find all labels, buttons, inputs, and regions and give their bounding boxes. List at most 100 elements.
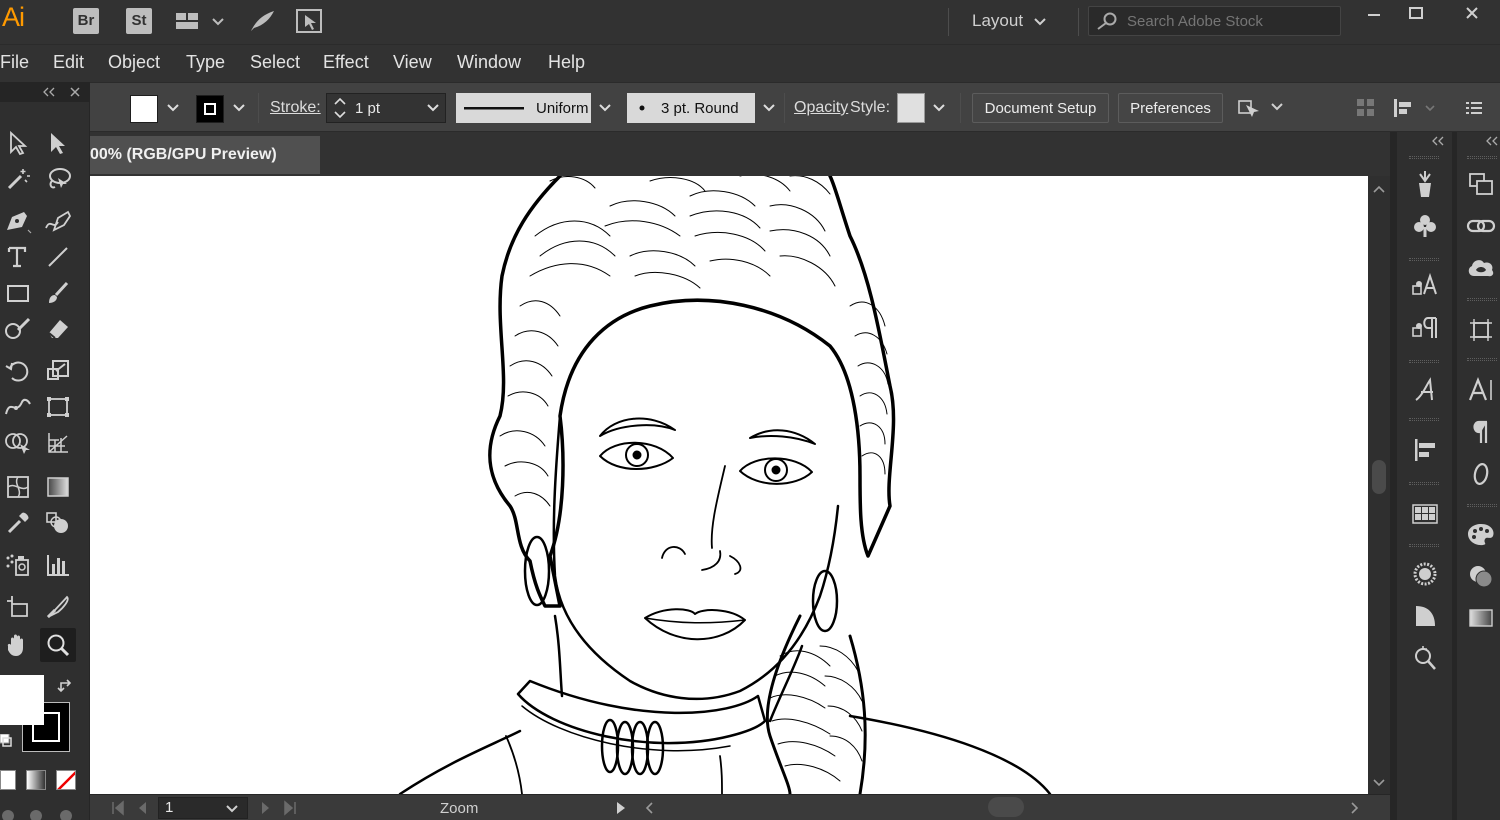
stroke-panel-button[interactable] [1405, 556, 1445, 592]
character-panel-button[interactable] [1461, 372, 1500, 408]
scroll-right-icon[interactable] [1348, 798, 1362, 818]
next-artboard-icon[interactable] [256, 798, 276, 818]
brushes-panel-button[interactable] [1405, 166, 1445, 202]
panel-grip[interactable] [1409, 544, 1439, 547]
panel-grip[interactable] [1409, 360, 1439, 363]
document-tab[interactable]: 00% (RGB/GPU Preview) × [90, 136, 394, 174]
color-guide-button[interactable] [1461, 558, 1500, 594]
color-panel-button[interactable] [1461, 516, 1500, 552]
glyphs-panel-button[interactable] [1405, 372, 1445, 408]
paragraph-panel-button[interactable] [1461, 414, 1500, 450]
stock-button[interactable]: St [126, 8, 152, 34]
selection-tool[interactable] [0, 126, 36, 160]
tools-panel-header[interactable] [0, 82, 90, 102]
status-menu-icon[interactable] [614, 798, 628, 818]
scroll-left-icon[interactable] [642, 798, 656, 818]
rotate-tool[interactable] [0, 354, 36, 388]
menu-view[interactable]: View [393, 52, 432, 73]
panel-grip[interactable] [1467, 358, 1497, 361]
artboard[interactable] [90, 176, 1368, 794]
maximize-button[interactable] [1396, 2, 1436, 24]
blend-tool[interactable] [40, 506, 76, 540]
close-button[interactable] [1452, 2, 1492, 24]
menu-help[interactable]: Help [548, 52, 585, 73]
artboards-panel-button[interactable] [1461, 312, 1500, 348]
none-mode-button[interactable] [56, 770, 76, 790]
scroll-up-icon[interactable] [1368, 180, 1390, 198]
layers-panel-button[interactable] [1461, 166, 1500, 202]
panel-grip[interactable] [1409, 156, 1439, 159]
panel-grip[interactable] [1409, 258, 1439, 261]
arrange-documents-button[interactable] [175, 8, 229, 34]
color-mode-button[interactable] [0, 770, 16, 790]
eyedropper-tool[interactable] [0, 506, 36, 540]
curvature-tool[interactable] [40, 204, 76, 238]
vertical-scrollbar[interactable] [1368, 176, 1390, 794]
menu-object[interactable]: Object [108, 52, 160, 73]
close-icon[interactable] [69, 86, 81, 98]
libraries-panel-button[interactable] [1461, 250, 1500, 286]
profile-dropdown[interactable] [594, 97, 616, 119]
direct-selection-tool[interactable] [40, 126, 76, 160]
panel-grip[interactable] [1467, 504, 1497, 507]
arrange-grid-button[interactable] [1356, 95, 1376, 121]
collapse-icon[interactable] [1431, 136, 1445, 146]
style-dropdown[interactable] [928, 97, 950, 119]
fill-swatch[interactable] [130, 95, 158, 123]
shape-builder-tool[interactable] [0, 426, 36, 460]
variable-width-profile[interactable]: Uniform [456, 93, 591, 123]
first-artboard-icon[interactable] [108, 798, 128, 818]
portrait-illustration[interactable] [90, 176, 1368, 794]
horizontal-scroll-thumb[interactable] [988, 797, 1024, 817]
width-tool[interactable] [0, 390, 36, 424]
stroke-label[interactable]: Stroke: [270, 99, 321, 117]
artboard-tool[interactable] [0, 590, 36, 624]
line-segment-tool[interactable] [40, 240, 76, 274]
transparency-panel-button[interactable] [1405, 598, 1445, 634]
gradient-tool[interactable] [40, 470, 76, 504]
fill-dropdown[interactable] [162, 97, 184, 119]
stroke-swatch[interactable] [196, 95, 224, 123]
panel-grip[interactable] [1467, 298, 1497, 301]
last-artboard-icon[interactable] [280, 798, 300, 818]
menu-file[interactable]: File [0, 52, 29, 73]
swatches-panel-button[interactable] [1405, 496, 1445, 532]
select-similar-button[interactable] [1236, 95, 1284, 121]
align-options-button[interactable] [1392, 95, 1438, 121]
stock-search[interactable] [1088, 6, 1341, 36]
draw-mode-icons[interactable] [0, 804, 90, 820]
gradient-panel-button[interactable] [1461, 600, 1500, 636]
stroke-dropdown[interactable] [228, 97, 250, 119]
symbols-panel-button[interactable] [1405, 208, 1445, 244]
perspective-grid-tool[interactable] [40, 426, 76, 460]
panel-grip[interactable] [1409, 418, 1439, 421]
gradient-mode-button[interactable] [26, 770, 46, 790]
collapse-icon[interactable] [1485, 136, 1499, 146]
document-setup-button[interactable]: Document Setup [972, 93, 1109, 123]
appearance-panel-button[interactable] [1405, 640, 1445, 676]
stroke-weight-dropdown[interactable] [422, 97, 444, 119]
canvas[interactable] [90, 176, 1368, 794]
scale-tool[interactable] [40, 354, 76, 388]
character-styles-button[interactable] [1405, 268, 1445, 304]
rectangle-tool[interactable] [0, 276, 36, 310]
collapse-icon[interactable] [42, 87, 56, 97]
hand-tool[interactable] [0, 628, 36, 662]
graphic-style-swatch[interactable] [897, 93, 925, 123]
links-panel-button[interactable] [1461, 208, 1500, 244]
column-graph-tool[interactable] [40, 548, 76, 582]
eraser-tool[interactable] [40, 312, 76, 346]
chevron-down-icon[interactable] [224, 798, 240, 818]
panel-grip[interactable] [1409, 482, 1439, 485]
default-fill-stroke-button[interactable] [0, 733, 12, 753]
magic-wand-tool[interactable] [0, 162, 36, 196]
shaper-tool[interactable] [0, 312, 36, 346]
mesh-tool[interactable] [0, 470, 36, 504]
workspace-switcher[interactable]: Layout [972, 11, 1047, 31]
symbol-sprayer-tool[interactable] [0, 548, 36, 582]
type-tool[interactable] [0, 240, 36, 274]
search-input[interactable] [1127, 12, 1337, 30]
menu-type[interactable]: Type [186, 52, 225, 73]
menu-select[interactable]: Select [250, 52, 300, 73]
panel-menu-button[interactable] [1464, 95, 1484, 121]
